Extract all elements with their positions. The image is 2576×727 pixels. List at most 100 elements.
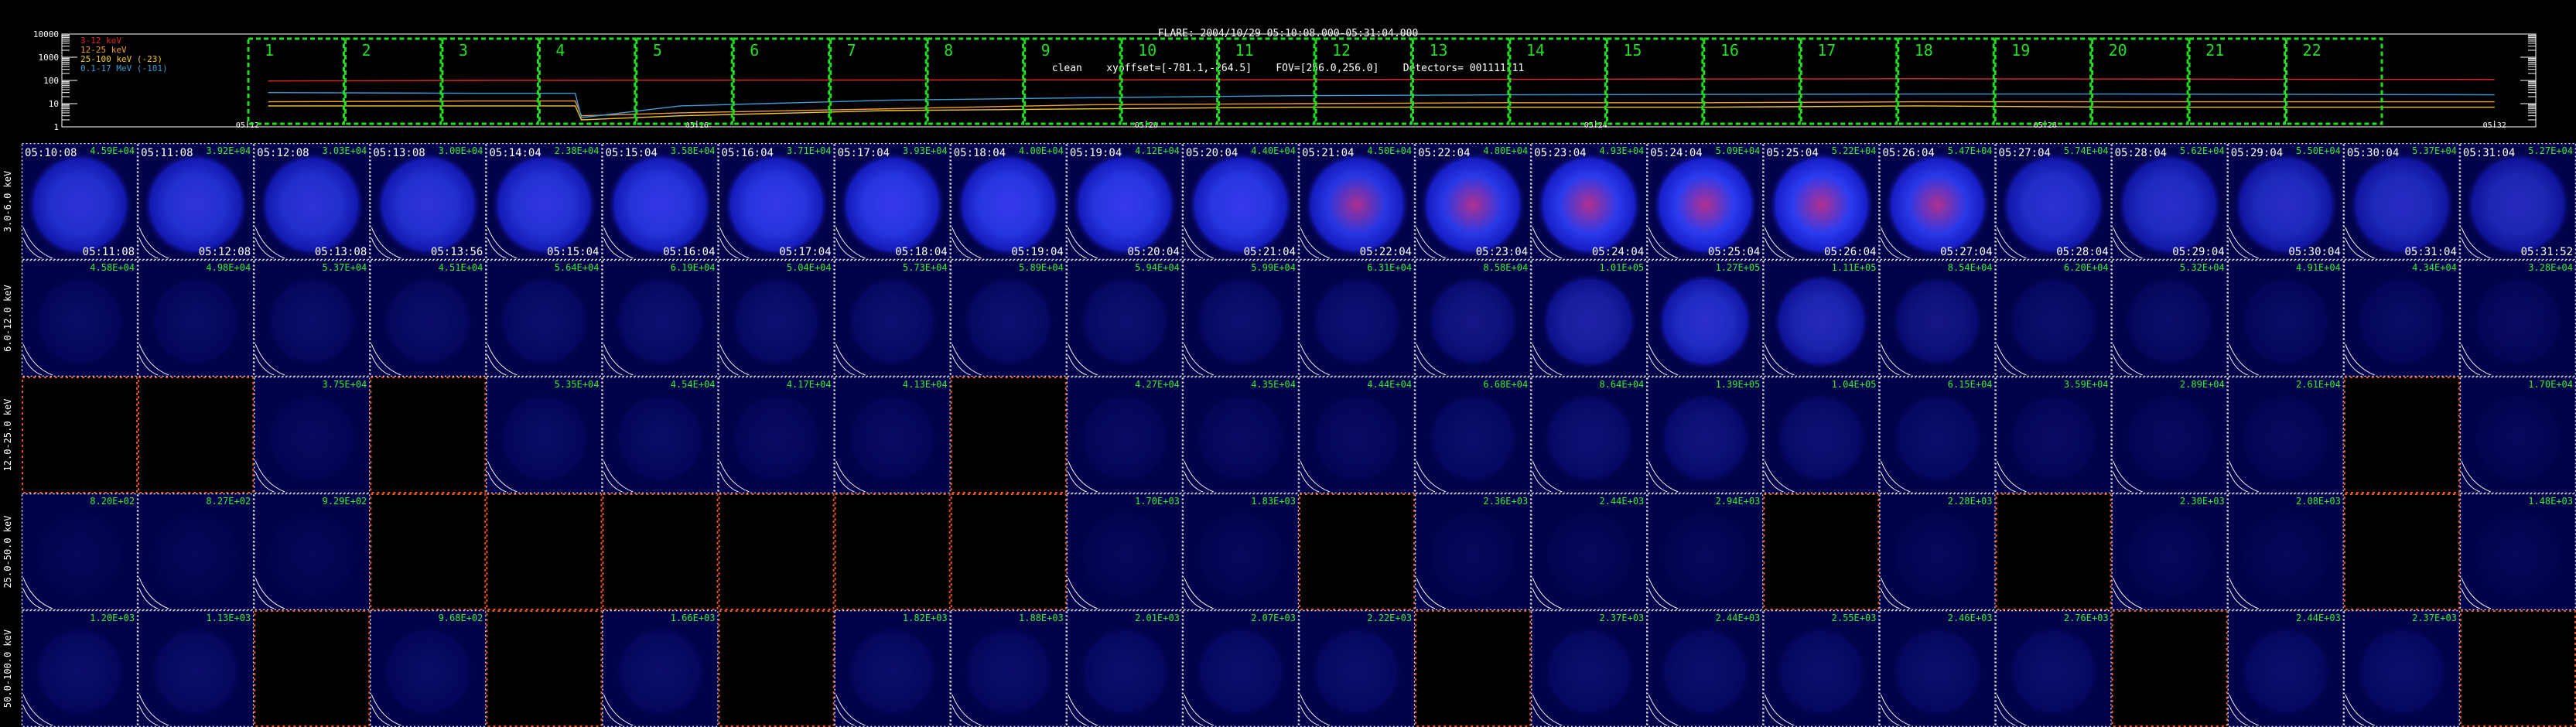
sun-disk	[1772, 272, 1871, 370]
peak-value: 5.35E+04	[555, 379, 600, 390]
sun-disk	[265, 275, 359, 368]
start-time: 05:13:08	[373, 147, 425, 159]
empty-cell-bg	[486, 493, 603, 610]
interval-box	[926, 37, 1025, 125]
sun-disk	[1303, 151, 1411, 258]
peak-value: 4.54E+04	[671, 379, 716, 390]
y-tick-label: 10000	[33, 29, 59, 39]
interval-box	[1218, 37, 1316, 125]
start-time: 05:28:04	[2115, 147, 2167, 159]
image-cell: 4.51E+04	[370, 259, 487, 377]
sun-disk	[2471, 391, 2564, 485]
sun-disk	[1656, 272, 1754, 370]
image-cell: 1.70E+04	[2459, 376, 2576, 494]
image-cell: 2.36E+03	[1414, 493, 1532, 611]
image-cell	[718, 493, 835, 610]
peak-value: 1.70E+03	[1135, 496, 1180, 507]
empty-cell-bg	[950, 377, 1067, 493]
empty-cell-bg	[1763, 493, 1880, 610]
end-time: 05:29:04	[2172, 246, 2224, 258]
sun-disk	[1420, 151, 1527, 258]
peak-value: 5.94E+04	[1135, 262, 1180, 273]
image-cell	[718, 610, 835, 727]
sun-disk	[1659, 508, 1752, 602]
sun-disk	[1426, 508, 1520, 602]
peak-value: 2.08E+03	[2296, 496, 2341, 507]
y-tick-label: 100	[43, 76, 59, 86]
image-cell: 5.74E+04 05:27:04 05:28:04	[1995, 143, 2112, 261]
peak-value: 4.27E+04	[1135, 379, 1180, 390]
sun-disk	[2123, 508, 2216, 602]
peak-value: 3.00E+04	[439, 145, 483, 156]
image-cell: 9.29E+02	[253, 493, 371, 611]
image-grid-panel: 3.0-6.0 keV 6.0-12.0 keV 12.0-25.0 keV 25.0…	[2, 143, 2576, 727]
peak-value: 2.44E+03	[1716, 613, 1761, 623]
empty-cell-bg	[370, 493, 487, 610]
x-tick-label: 05:12	[236, 121, 259, 130]
end-time: 05:26:04	[1824, 246, 1876, 258]
interval-label: 9	[1041, 41, 1051, 60]
sun-disk	[1891, 508, 1984, 602]
image-cell	[486, 493, 603, 610]
sun-disk	[846, 625, 939, 718]
sun-disk	[1659, 625, 1752, 718]
peak-value: 4.34E+04	[2412, 262, 2457, 273]
image-cell: 8.27E+02	[137, 493, 255, 611]
peak-value: 5.09E+04	[1716, 145, 1761, 156]
image-cell: 4.35E+04	[1182, 376, 1300, 494]
sun-disk	[1078, 625, 1171, 718]
image-cell: 5.27E+04 05:31:04 05:31:52	[2459, 143, 2576, 261]
end-time: 05:31:52	[2521, 246, 2573, 258]
image-cell: 4.40E+04 05:20:04 05:21:04	[1182, 143, 1300, 261]
sun-disk	[490, 151, 598, 258]
sun-disk	[1543, 625, 1636, 718]
image-cell: 2.07E+03	[1182, 609, 1300, 727]
image-cell	[1299, 493, 1416, 610]
start-time: 05:21:04	[1302, 147, 1354, 159]
interval-label: 5	[653, 41, 662, 60]
end-time: 05:11:08	[83, 246, 135, 258]
sun-disk	[497, 391, 591, 485]
sun-disk	[2355, 625, 2448, 718]
end-time: 05:30:04	[2288, 246, 2340, 258]
start-time: 05:17:04	[838, 147, 890, 159]
peak-value: 3.71E+04	[787, 145, 832, 156]
sun-disk	[1775, 391, 1868, 485]
interval-label: 18	[1915, 41, 1933, 60]
image-cell: 3.03E+04 05:12:08 05:13:08	[253, 143, 371, 261]
row-label: 3.0-6.0 keV	[2, 171, 13, 232]
image-cell: 3.58E+04 05:15:04 05:16:04	[602, 143, 719, 261]
sun-disk	[1078, 275, 1171, 368]
peak-value: 2.61E+04	[2296, 379, 2341, 390]
interval-label: 21	[2205, 41, 2224, 60]
peak-value: 6.68E+04	[1483, 379, 1528, 390]
end-time: 05:18:04	[895, 246, 947, 258]
sun-disk	[2239, 625, 2332, 718]
empty-cell-bg	[486, 610, 603, 727]
sun-disk	[1194, 625, 1287, 718]
interval-box	[1023, 37, 1122, 125]
sun-disk	[1078, 508, 1171, 602]
peak-value: 5.47E+04	[1948, 145, 1993, 156]
peak-value: 1.27E+05	[1716, 262, 1761, 273]
image-cell: 5.35E+04	[486, 376, 603, 494]
interval-label: 1	[265, 41, 274, 60]
sun-disk	[265, 391, 359, 485]
empty-cell-bg	[2343, 493, 2460, 610]
image-cell: 3.71E+04 05:16:04 05:17:04	[718, 143, 835, 261]
sun-disk	[1426, 391, 1520, 485]
peak-value: 4.93E+04	[1599, 145, 1644, 156]
interval-box	[1799, 37, 1898, 125]
peak-value: 5.32E+04	[2180, 262, 2225, 273]
sun-disk	[2232, 151, 2339, 258]
image-cell	[2343, 377, 2460, 493]
image-cell: 4.13E+04	[834, 376, 951, 494]
image-cell	[370, 493, 487, 610]
image-cell: 1.01E+05	[1530, 259, 1648, 377]
image-cell: 4.12E+04 05:19:04 05:20:04	[1066, 143, 1184, 261]
peak-value: 9.29E+02	[322, 496, 367, 507]
interval-box	[441, 37, 539, 125]
image-cell: 5.94E+04	[1066, 259, 1184, 377]
image-cell: 8.64E+04	[1530, 376, 1648, 494]
x-tick-label: 05:16	[685, 121, 709, 130]
